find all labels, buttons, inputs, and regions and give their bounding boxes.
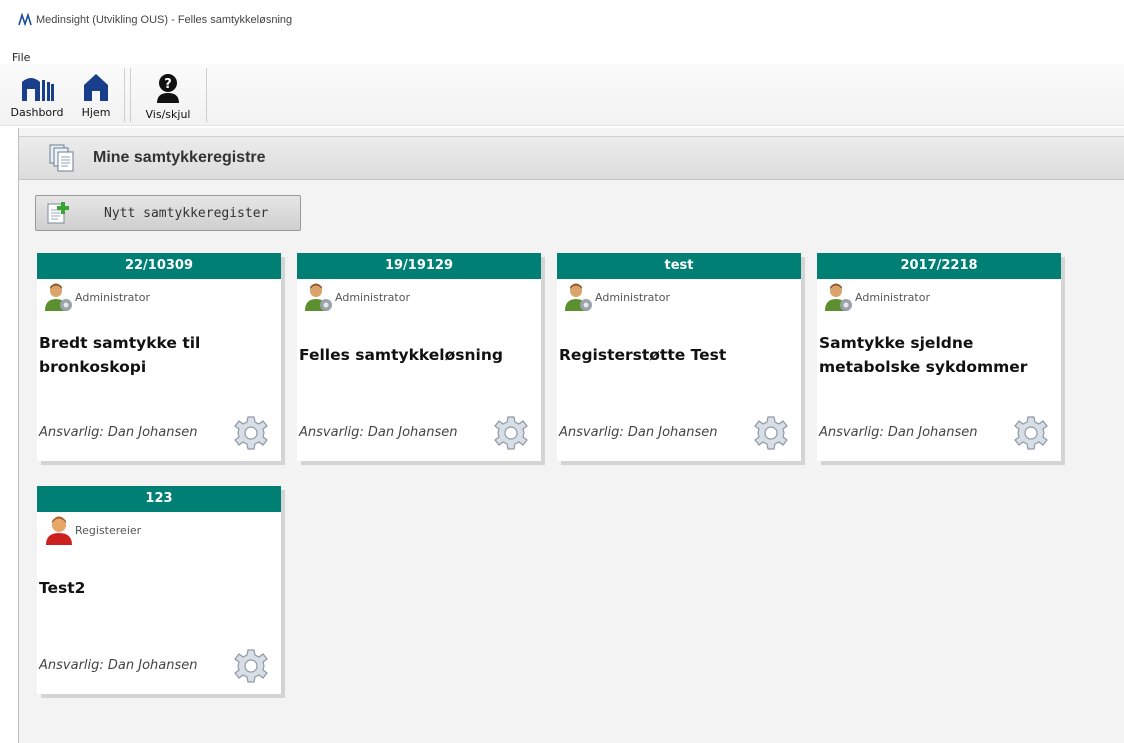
role-row: Registereier [43, 514, 141, 546]
role-label: Registereier [75, 523, 142, 537]
add-document-icon [47, 202, 69, 224]
register-id: 123 [37, 486, 281, 512]
administrator-icon [45, 283, 72, 311]
register-name: Test2 [39, 579, 86, 597]
toggle-visibility-label: Vis/skjul [145, 108, 191, 121]
toolbar: Dashbord Hjem ? Vis/skjul [0, 64, 1124, 126]
dashboard-label: Dashbord [10, 106, 64, 119]
title-bar: Medinsight (Utvikling OUS) - Felles samt… [0, 0, 1124, 40]
settings-gear-icon[interactable] [1013, 415, 1049, 451]
register-owner: Ansvarlig: Dan Johansen [819, 425, 978, 440]
home-icon [84, 74, 108, 101]
settings-gear-icon[interactable] [493, 415, 529, 451]
register-name: Felles samtykkeløsning [299, 346, 503, 364]
menu-file[interactable]: File [12, 51, 30, 64]
role-row: Administrator [303, 281, 410, 313]
administrator-icon [825, 283, 852, 311]
panel-header: Mine samtykkeregistre [19, 136, 1124, 180]
window-title: Medinsight (Utvikling OUS) - Felles samt… [36, 14, 293, 26]
register-card[interactable]: 123 Registereier Test2 Ansvarlig: Dan Jo… [37, 486, 281, 694]
toolbar-separator [206, 68, 207, 122]
dashboard-button[interactable]: Dashbord [6, 64, 68, 122]
svg-text:?: ? [164, 77, 172, 92]
register-id: 19/19129 [297, 253, 541, 279]
register-name: Registerstøtte Test [559, 346, 727, 364]
role-label: Administrator [595, 290, 670, 304]
register-owner: Ansvarlig: Dan Johansen [39, 425, 198, 440]
menu-bar: File [0, 40, 1124, 64]
role-row: Administrator [823, 281, 930, 313]
administrator-icon [305, 283, 332, 311]
role-row: Administrator [563, 281, 670, 313]
settings-gear-icon[interactable] [753, 415, 789, 451]
role-row: Administrator [43, 281, 150, 313]
documents-icon [49, 144, 74, 172]
dashboard-icon [22, 78, 54, 101]
register-card[interactable]: 19/19129 Administrator Felles samtykkelø… [297, 253, 541, 461]
register-card[interactable]: 22/10309 Administrator Bredt samtykke ti… [37, 253, 281, 461]
role-label: Administrator [335, 290, 410, 304]
toolbar-separator [130, 68, 131, 122]
register-owner: Ansvarlig: Dan Johansen [299, 425, 458, 440]
administrator-icon [565, 283, 592, 311]
new-register-button[interactable]: Nytt samtykkeregister [35, 195, 301, 231]
app-logo-icon [18, 13, 32, 27]
register-name: Bredt samtykke til bronkoskopi [39, 334, 201, 376]
register-id: 2017/2218 [817, 253, 1061, 279]
home-button[interactable]: Hjem [78, 64, 114, 122]
register-owner: Ansvarlig: Dan Johansen [39, 658, 198, 673]
toolbar-separator [124, 68, 125, 122]
settings-gear-icon[interactable] [233, 415, 269, 451]
register-card[interactable]: 2017/2218 Administrator Samtykke sjeldne… [817, 253, 1061, 461]
toggle-visibility-button[interactable]: ? Vis/skjul [134, 64, 202, 122]
register-id: test [557, 253, 801, 279]
register-name: Samtykke sjeldne metabolske sykdommer [819, 334, 1028, 376]
registers-panel: Mine samtykkeregistre Nytt samtykkeregis… [18, 128, 1124, 743]
register-owner: Ansvarlig: Dan Johansen [559, 425, 718, 440]
home-label: Hjem [81, 106, 111, 119]
register-id: 22/10309 [37, 253, 281, 279]
settings-gear-icon[interactable] [233, 648, 269, 684]
new-register-label: Nytt samtykkeregister [104, 205, 269, 221]
register-owner-icon [46, 516, 72, 545]
role-label: Administrator [75, 290, 150, 304]
app-window: Medinsight (Utvikling OUS) - Felles samt… [0, 0, 1124, 743]
role-label: Administrator [855, 290, 930, 304]
register-card[interactable]: test Administrator Registerstøtte Test A… [557, 253, 801, 461]
panel-title: Mine samtykkeregistre [93, 149, 266, 166]
toggle-visibility-icon: ? [157, 74, 179, 103]
